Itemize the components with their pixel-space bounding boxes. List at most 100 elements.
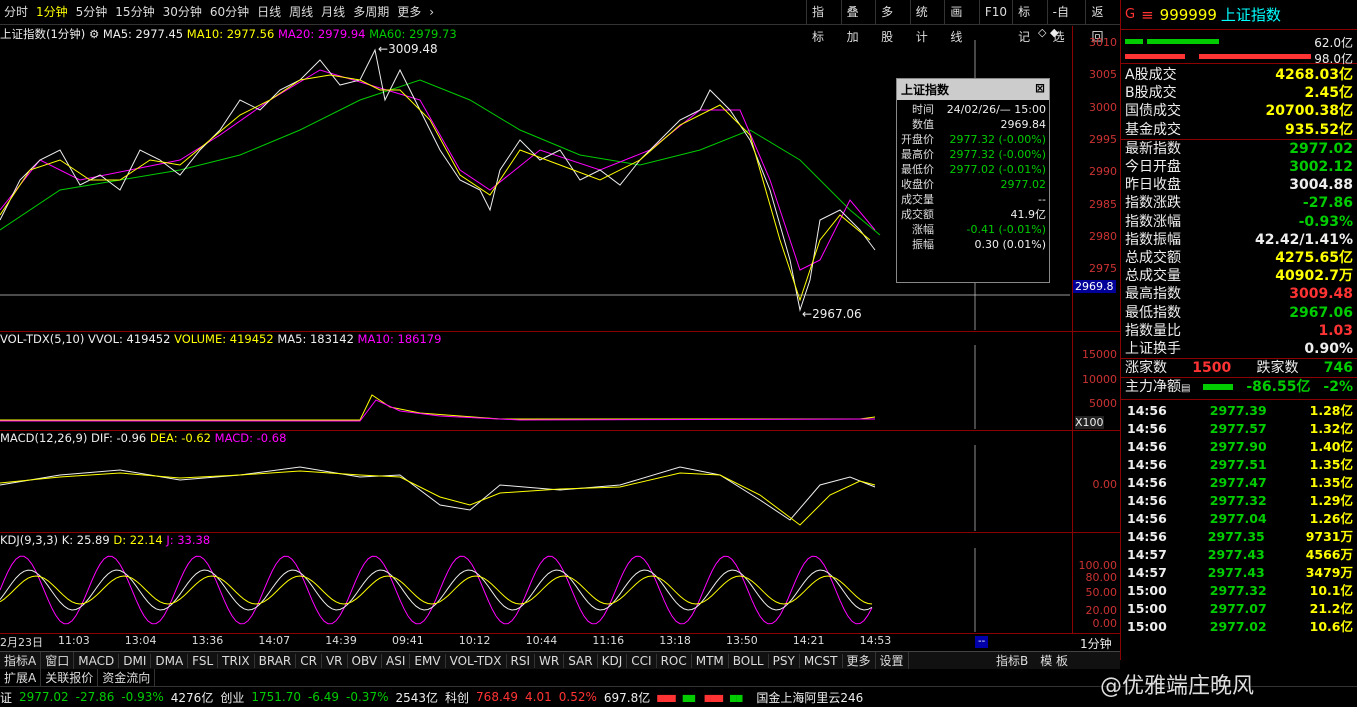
kc-value: 768.49: [476, 690, 519, 704]
more-chevron-icon[interactable]: ›: [425, 0, 438, 25]
quote-stat-row: 指数量比 1.03: [1121, 322, 1357, 340]
period-tab[interactable]: 多周期: [349, 0, 393, 25]
ma20-label: MA20: 2979.94: [277, 27, 366, 41]
kdj-title: KDJ(9,3,3): [0, 533, 59, 547]
indicator-tab[interactable]: 指标A: [0, 652, 42, 669]
tick-row: 14:56 2977.47 1.35亿: [1121, 474, 1357, 492]
cy-amount: 2543亿: [395, 690, 439, 705]
macd-axis: 0.00: [1072, 431, 1120, 532]
indicator-tab[interactable]: VOL-TDX: [446, 653, 507, 668]
tool-button[interactable]: F10: [978, 0, 1012, 24]
indicator-tab[interactable]: RSI: [507, 653, 536, 668]
indicator-tab[interactable]: VR: [322, 653, 348, 668]
price-tick: 2985: [1089, 197, 1117, 211]
main-flow-row: 主力净额▤ -86.55亿 -2%: [1121, 378, 1357, 400]
tool-button[interactable]: 多股: [875, 0, 910, 44]
indicator-tab-right[interactable]: 指标B: [990, 652, 1034, 669]
tool-button[interactable]: 指标: [806, 0, 841, 44]
window-controls[interactable]: ◇ ◆: [1038, 26, 1058, 39]
period-tab[interactable]: 30分钟: [159, 0, 206, 25]
tooltip-value: 2977.32 (-0.00%): [949, 133, 1046, 146]
stat-label: 指数涨幅: [1125, 213, 1181, 230]
indicator-tab[interactable]: ROC: [657, 653, 692, 668]
close-icon[interactable]: ⊠: [1035, 81, 1045, 98]
time-tick: 11:03: [58, 634, 90, 647]
kc-name: 科创: [445, 690, 470, 705]
tooltip-key: 涨幅: [912, 223, 934, 236]
tick-row: 14:56 2977.32 1.29亿: [1121, 492, 1357, 510]
period-tab[interactable]: 5分钟: [72, 0, 112, 25]
macd-chart[interactable]: [0, 445, 1070, 531]
kdj-axis: 100.00 80.00 50.00 20.00 0.00: [1072, 533, 1120, 633]
tool-button[interactable]: 统计: [909, 0, 945, 44]
indicator-tab[interactable]: TRIX: [218, 653, 255, 668]
menu-icon[interactable]: ≡: [1141, 6, 1154, 24]
indicator-tab[interactable]: 更多: [843, 652, 876, 669]
stat-label: 指数量比: [1125, 322, 1181, 339]
period-tab[interactable]: 15分钟: [111, 0, 158, 25]
price-axis: 3010 3005 3000 2995 2990 2985 2980 2975 2969.8: [1072, 26, 1120, 331]
indicator-tab[interactable]: CCI: [627, 653, 657, 668]
stock-code: 999999: [1159, 5, 1217, 24]
period-label[interactable]: 1分钟: [1080, 635, 1112, 652]
indicator-tab[interactable]: MTM: [692, 653, 729, 668]
stat-value: 42.42/1.41%: [1255, 231, 1353, 248]
extended-tab[interactable]: 资金流向: [98, 669, 156, 686]
stat-value: 1.03: [1318, 322, 1353, 339]
tooltip-value: -0.41 (-0.01%): [966, 223, 1046, 236]
indicator-tab[interactable]: FSL: [188, 653, 219, 668]
indicator-tab[interactable]: OBV: [348, 653, 383, 668]
tool-button[interactable]: 返回: [1085, 0, 1120, 44]
tick-price: 2977.43: [1207, 546, 1265, 562]
indicator-tab[interactable]: ASI: [382, 653, 411, 668]
indicator-tab-right[interactable]: 模 板: [1034, 652, 1074, 669]
time-tick: 14:39: [325, 634, 357, 647]
indicator-tab[interactable]: KDJ: [598, 653, 628, 668]
period-tab[interactable]: 日线: [253, 0, 285, 25]
indicator-tab[interactable]: BRAR: [255, 653, 297, 668]
period-tab[interactable]: 更多: [393, 0, 425, 25]
period-tab[interactable]: 60分钟: [206, 0, 253, 25]
tool-button[interactable]: 画线: [944, 0, 979, 44]
settings-gear-icon[interactable]: ⚙: [89, 27, 99, 41]
server-name: 国金上海阿里云246: [756, 690, 864, 705]
tick-row: 14:56 2977.57 1.32亿: [1121, 420, 1357, 438]
tooltip-key: 成交量: [901, 193, 934, 206]
kc-change: 4.01: [525, 690, 552, 704]
tick-volume: 10.1亿: [1309, 582, 1353, 598]
tool-button[interactable]: 标记: [1012, 0, 1047, 44]
sh-amount: 4276亿: [170, 690, 214, 705]
tool-button[interactable]: 叠加: [840, 0, 876, 44]
indicator-tab[interactable]: DMA: [151, 653, 189, 668]
indicator-tab[interactable]: MCST: [800, 653, 843, 668]
period-tab[interactable]: 1分钟: [32, 0, 72, 25]
indicator-tab[interactable]: MACD: [74, 653, 120, 668]
indicator-tab[interactable]: 窗口: [41, 652, 75, 669]
indicator-tab[interactable]: WR: [535, 653, 565, 668]
indicator-tab[interactable]: SAR: [564, 653, 598, 668]
extended-tab[interactable]: 扩展A: [0, 669, 42, 686]
tick-row: 15:00 2977.02 10.6亿: [1121, 618, 1357, 636]
tooltip-key: 收盘价: [901, 178, 934, 191]
indicator-tab[interactable]: BOLL: [729, 653, 769, 668]
period-tab[interactable]: 周线: [285, 0, 317, 25]
tooltip-row: 振幅 0.30 (0.01%): [897, 237, 1049, 252]
extended-tab[interactable]: 关联报价: [41, 669, 99, 686]
period-tab[interactable]: 月线: [317, 0, 349, 25]
indicator-tab[interactable]: EMV: [410, 653, 446, 668]
indicator-tab[interactable]: PSY: [769, 653, 800, 668]
tick-row: 14:56 2977.35 9731万: [1121, 528, 1357, 546]
indicator-tab[interactable]: DMI: [119, 653, 152, 668]
tool-button[interactable]: -自选: [1046, 0, 1086, 44]
indicator-tab[interactable]: CR: [296, 653, 322, 668]
ma60-line: [0, 79, 881, 236]
period-tab[interactable]: 分时: [0, 0, 32, 25]
volume-chart[interactable]: [0, 345, 1070, 429]
indicator-tab[interactable]: 设置: [876, 652, 909, 669]
kdj-chart[interactable]: [0, 548, 1070, 632]
ma10-label: MA10: 2977.56: [186, 27, 275, 41]
time-tick: 11:16: [592, 634, 625, 647]
stat-value: 3009.48: [1289, 286, 1353, 303]
data-tooltip: 上证指数 ⊠ 时间 24/02/26/— 15:00 数值 2969.84 开盘价 2977…: [896, 78, 1050, 283]
price-tick: 2995: [1089, 132, 1117, 146]
